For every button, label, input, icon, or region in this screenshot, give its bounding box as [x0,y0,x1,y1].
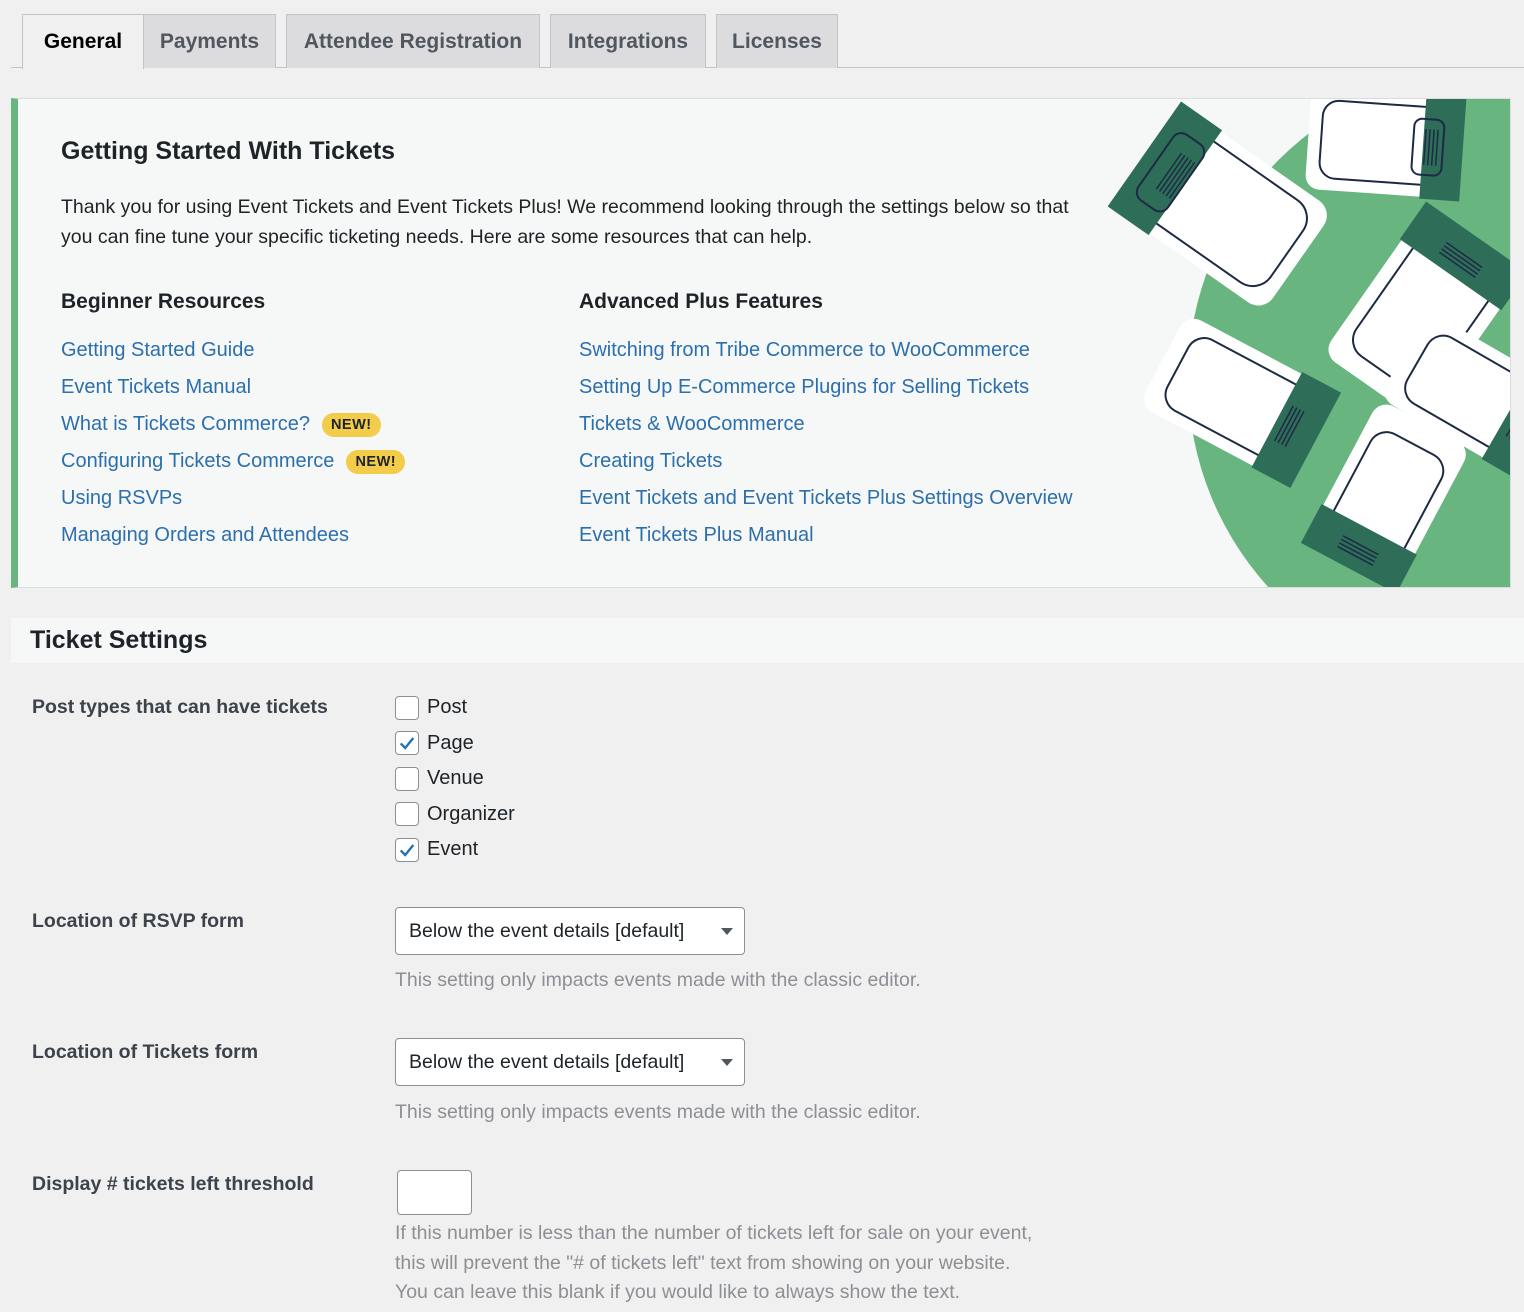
chevron-down-icon [721,1059,733,1066]
tab-licenses[interactable]: Licenses [716,14,838,68]
description-line: this will prevent the "# of tickets left… [395,1251,1011,1274]
checkbox-row-organizer: Organizer [395,797,515,833]
post-types-checkboxes: Post Page Venue Organizer Event [395,690,515,868]
tab-payments[interactable]: Payments [143,14,276,68]
tickets-location-label: Location of Tickets form [32,1041,259,1063]
rsvp-location-description: This setting only impacts events made wi… [395,969,921,991]
list-item: Event Tickets Manual [61,369,405,406]
checkbox-label: Post [427,696,468,719]
link-switching-to-woocommerce[interactable]: Switching from Tribe Commerce to WooComm… [579,339,1030,362]
checkbox-row-event: Event [395,832,515,868]
threshold-label: Display # tickets left threshold [32,1173,314,1195]
link-tickets-woocommerce[interactable]: Tickets & WooCommerce [579,413,805,436]
description-line: If this number is less than the number o… [395,1222,1033,1244]
beginner-resources-list: Getting Started Guide Event Tickets Manu… [61,332,406,554]
link-settings-overview[interactable]: Event Tickets and Event Tickets Plus Set… [579,487,1073,510]
tab-integrations[interactable]: Integrations [550,14,706,68]
rsvp-location-select[interactable]: Below the event details [default] [395,907,745,955]
list-item: Event Tickets Plus Manual [579,517,1073,554]
beginner-resources-heading: Beginner Resources [61,290,266,313]
list-item: What is Tickets Commerce? NEW! [61,406,405,443]
new-badge: NEW! [321,412,381,437]
link-event-tickets-plus-manual[interactable]: Event Tickets Plus Manual [579,524,814,547]
list-item: Configuring Tickets Commerce NEW! [61,443,406,480]
page-checkbox[interactable] [395,731,419,756]
checkmark-icon [399,737,415,750]
chevron-down-icon [721,928,733,935]
post-checkbox[interactable] [395,695,419,720]
link-event-tickets-manual[interactable]: Event Tickets Manual [61,376,251,399]
list-item: Getting Started Guide [61,332,405,369]
advanced-plus-features-heading: Advanced Plus Features [579,290,823,313]
checkbox-row-post: Post [395,690,515,726]
checkbox-label: Organizer [427,802,515,825]
advanced-plus-features-list: Switching from Tribe Commerce to WooComm… [579,332,1073,554]
link-creating-tickets[interactable]: Creating Tickets [579,450,722,473]
banner-title: Getting Started With Tickets [61,137,396,165]
checkbox-label: Page [427,731,474,754]
tickets-location-select[interactable]: Below the event details [default] [395,1038,745,1086]
tab-general[interactable]: General [22,14,144,69]
list-item: Tickets & WooCommerce [579,406,1073,443]
list-item: Using RSVPs [61,480,405,517]
list-item: Event Tickets and Event Tickets Plus Set… [579,480,1073,517]
checkbox-label: Event [427,838,479,861]
list-item: Setting Up E-Commerce Plugins for Sellin… [579,369,1073,406]
description-line: You can leave this blank if you would li… [395,1281,961,1303]
threshold-description: If this number is less than the number o… [395,1219,1032,1308]
checkmark-icon [399,844,415,857]
ticket-settings-header: Ticket Settings [11,618,1524,663]
link-getting-started-guide[interactable]: Getting Started Guide [61,339,254,362]
checkbox-row-page: Page [395,726,515,762]
banner-intro: Thank you for using Event Tickets and Ev… [61,196,1069,248]
link-managing-orders-attendees[interactable]: Managing Orders and Attendees [61,524,349,547]
settings-tabs: General Payments Attendee Registration I… [11,14,1524,69]
checkbox-label: Venue [427,767,484,790]
organizer-checkbox[interactable] [395,802,419,827]
checkbox-row-venue: Venue [395,761,515,797]
getting-started-banner: Getting Started With Tickets Thank you f… [11,98,1511,588]
link-what-is-tickets-commerce[interactable]: What is Tickets Commerce? [61,413,310,436]
link-configuring-tickets-commerce[interactable]: Configuring Tickets Commerce [61,450,334,473]
link-ecommerce-plugins[interactable]: Setting Up E-Commerce Plugins for Sellin… [579,376,1029,399]
new-badge: NEW! [346,449,406,474]
tickets-illustration [1108,99,1510,587]
select-value: Below the event details [default] [409,1050,685,1073]
tickets-location-description: This setting only impacts events made wi… [395,1101,921,1123]
tab-attendee-registration[interactable]: Attendee Registration [286,14,540,68]
rsvp-location-label: Location of RSVP form [32,910,244,932]
link-using-rsvps[interactable]: Using RSVPs [61,487,182,510]
threshold-input[interactable] [397,1170,472,1215]
list-item: Creating Tickets [579,443,1073,480]
venue-checkbox[interactable] [395,766,419,791]
list-item: Switching from Tribe Commerce to WooComm… [579,332,1073,369]
post-types-label: Post types that can have tickets [32,696,328,718]
list-item: Managing Orders and Attendees [61,517,405,554]
section-title: Ticket Settings [30,626,208,654]
event-checkbox[interactable] [395,837,419,862]
select-value: Below the event details [default] [409,919,685,942]
